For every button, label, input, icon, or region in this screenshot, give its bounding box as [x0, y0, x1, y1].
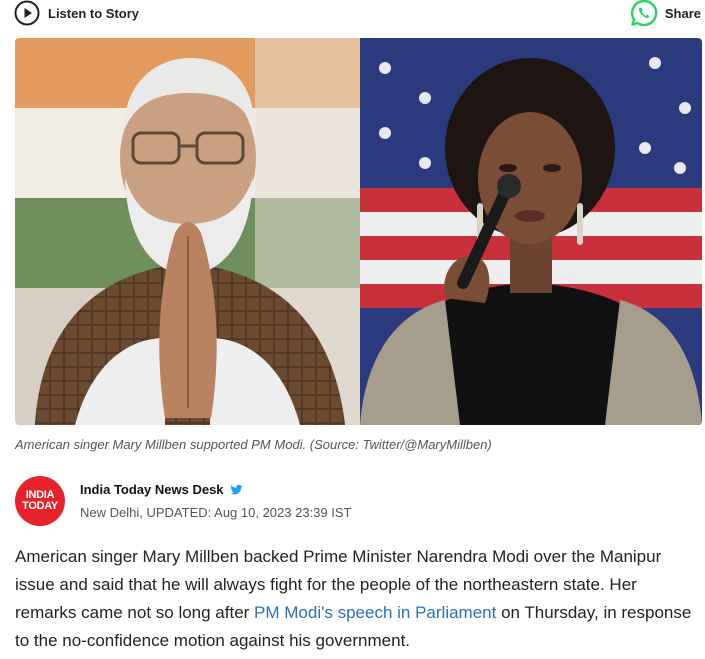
dateline-location: New Delhi,: [80, 505, 143, 520]
share-label: Share: [664, 5, 701, 21]
mary-millben-portrait: [360, 38, 702, 425]
article-paragraph: American singer Mary Millben backed Prim…: [15, 543, 697, 655]
author-label: India Today News Desk: [80, 482, 224, 497]
listen-label: Listen to Story: [48, 5, 140, 21]
logo-line2: TODAY: [22, 500, 58, 512]
twitter-icon: [230, 484, 242, 495]
narendra-modi-portrait: [15, 38, 360, 425]
article-meta: New Delhi, UPDATED: Aug 10, 2023 23:39 I…: [80, 505, 351, 520]
share-button[interactable]: Share: [629, 0, 701, 27]
hero-composite: [15, 38, 702, 425]
story-toolbar: Listen to Story Share: [0, 0, 705, 28]
india-today-logo[interactable]: INDIA TODAY: [15, 476, 65, 526]
image-caption: American singer Mary Millben supported P…: [15, 437, 492, 452]
updated-timestamp: UPDATED: Aug 10, 2023 23:39 IST: [146, 505, 352, 520]
listen-to-story-button[interactable]: Listen to Story: [14, 0, 139, 26]
whatsapp-icon: [630, 0, 658, 27]
byline: INDIA TODAY India Today News Desk New De…: [15, 476, 695, 528]
play-icon: [14, 0, 40, 26]
author-name[interactable]: India Today News Desk: [80, 482, 243, 497]
pm-modi-speech-link[interactable]: PM Modi's speech in Parliament: [254, 603, 496, 622]
hero-image: [15, 38, 702, 425]
